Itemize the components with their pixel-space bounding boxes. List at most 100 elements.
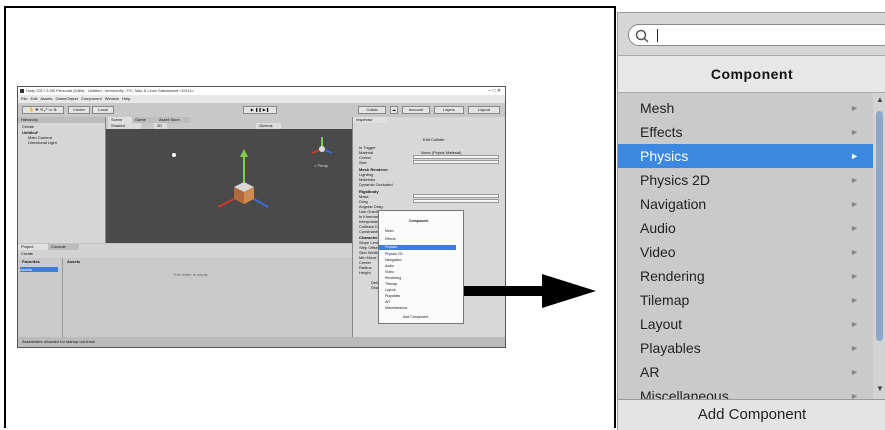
menu-item-miscellaneous[interactable]: Miscellaneous ► [618, 384, 873, 404]
popup-item[interactable]: Miscellaneous [385, 306, 407, 311]
menu-item-label: Physics 2D [640, 172, 711, 188]
menu-item-label: Video [640, 244, 676, 260]
hierarchy-item[interactable]: Directional Light [28, 140, 57, 145]
orientation-gizmo [311, 137, 333, 154]
center-toggle[interactable]: Center [68, 106, 90, 114]
search-input[interactable] [628, 24, 885, 46]
menu-item-video[interactable]: Video ► [618, 240, 873, 264]
menu-item-label: Effects [640, 124, 683, 140]
menu-item-label: Navigation [640, 196, 707, 212]
chevron-right-icon: ► [850, 343, 859, 353]
cloud-icon[interactable]: ☁ [390, 106, 398, 114]
window-controls[interactable]: – □ ✕ [488, 87, 501, 95]
size-field[interactable] [413, 160, 499, 164]
menu-item-physics-2d[interactable]: Physics 2D ► [618, 168, 873, 192]
project-create[interactable]: Create [21, 251, 33, 256]
popup-item[interactable]: Physics [385, 245, 397, 250]
chevron-right-icon: ► [850, 367, 859, 377]
popup-add-component[interactable]: Add Component [403, 315, 428, 320]
favorites-folder[interactable]: Favorites [22, 259, 40, 264]
search-area [618, 13, 885, 55]
drag-field[interactable] [413, 199, 499, 203]
toolbar: ✋ ✥ ⟲ ⤢ ▭ ⊕ Center Local ▶ ❚❚ ▶❚ Collab … [18, 103, 505, 118]
menu-item-navigation[interactable]: Navigation ► [618, 192, 873, 216]
popup-item[interactable]: Tilemap [385, 282, 397, 287]
create-dropdown[interactable]: Create [22, 124, 34, 129]
scroll-down-icon[interactable]: ▼ [876, 384, 884, 393]
popup-item[interactable]: Playables [385, 294, 400, 299]
scene-view[interactable]: Scene Game Asset Store Shaded 2D Gizmos [106, 117, 352, 243]
collab-button[interactable]: Collab [358, 106, 386, 114]
menu-item-mesh[interactable]: Mesh ► [618, 96, 873, 120]
popup-title: Component [409, 219, 429, 223]
inspector-row: Size [359, 160, 367, 165]
popup-item[interactable]: Effects [385, 237, 396, 242]
layout-button[interactable]: Layout [468, 106, 500, 114]
tab-inspector[interactable]: Inspector [353, 117, 386, 123]
add-component-button[interactable]: Add Component [618, 399, 885, 430]
hierarchy-tab[interactable]: Hierarchy [18, 117, 105, 123]
menu-item-rendering[interactable]: Rendering ► [618, 264, 873, 288]
popup-item[interactable]: Navigation [385, 258, 402, 263]
inspector-row: Dynamic Occluded [359, 182, 393, 187]
chevron-right-icon: ► [850, 247, 859, 257]
chevron-right-icon: ► [850, 295, 859, 305]
right-arrow-icon [450, 274, 596, 308]
chevron-right-icon: ► [850, 223, 859, 233]
project-panel: Project Console Create Favorites Assets … [18, 244, 352, 338]
status-bar: Assemblies reloaded for startup out-fres… [18, 337, 505, 347]
scene-tabs: Scene Game Asset Store Shaded 2D Gizmos [106, 117, 352, 129]
tab-project[interactable]: Project [18, 244, 49, 250]
account-button[interactable]: Account [402, 106, 430, 114]
x-axis-gizmo [217, 198, 235, 208]
menu-item-label: Layout [640, 316, 683, 332]
text-caret [657, 29, 658, 42]
scroll-thumb[interactable] [876, 111, 883, 341]
popup-item[interactable]: Audio [385, 264, 394, 269]
menu-item-playables[interactable]: Playables ► [618, 336, 873, 360]
menu-item-label: Tilemap [640, 292, 690, 308]
layers-button[interactable]: Layers [434, 106, 464, 114]
menu-item-label: Rendering [640, 268, 705, 284]
edit-collider-button[interactable]: Edit Collider [423, 137, 445, 142]
menu-item-audio[interactable]: Audio ► [618, 216, 873, 240]
center-field[interactable] [413, 155, 499, 159]
assets-folder[interactable]: Assets [20, 267, 58, 272]
menu-item-label: Playables [640, 340, 701, 356]
menu-item-tilemap[interactable]: Tilemap ► [618, 288, 873, 312]
z-axis-gizmo [253, 198, 269, 208]
menu-item-layout[interactable]: Layout ► [618, 312, 873, 336]
popup-item[interactable]: AR [385, 300, 390, 305]
menu-item-label: Audio [640, 220, 676, 236]
window-titlebar: Unity 2017.3.0f3 Personal (64bit) - Unti… [18, 87, 505, 95]
menu-item-ar[interactable]: AR ► [618, 360, 873, 384]
light-icon [172, 153, 176, 157]
chevron-right-icon: ► [850, 175, 859, 185]
popup-item[interactable]: Layout [385, 288, 396, 293]
menu-item-effects[interactable]: Effects ► [618, 120, 873, 144]
menu-item-label: Mesh [640, 100, 675, 116]
window-title: Unity 2017.3.0f3 Personal (64bit) - Unti… [26, 88, 194, 93]
mass-field[interactable] [413, 194, 499, 198]
chevron-right-icon: ► [850, 271, 859, 281]
popup-item[interactable]: Rendering [385, 276, 401, 281]
menu-item-physics[interactable]: Physics ► [618, 144, 873, 168]
scrollbar[interactable]: ▲ ▼ [873, 93, 885, 399]
empty-folder-text: This folder is empty [173, 272, 208, 277]
menu-item-label: Physics [640, 148, 689, 164]
popup-item[interactable]: Physics 2D [385, 252, 403, 257]
play-controls[interactable]: ▶ ❚❚ ▶❚ [243, 106, 277, 114]
transform-tools[interactable]: ✋ ✥ ⟲ ⤢ ▭ ⊕ [22, 106, 64, 114]
scroll-up-icon[interactable]: ▲ [876, 95, 884, 104]
inspector-row: Constraints [359, 229, 380, 234]
hierarchy-panel: Hierarchy Create Untitled* Main Camera D… [18, 117, 106, 243]
assets-breadcrumb: Assets [67, 259, 81, 264]
popup-item[interactable]: Video [385, 270, 394, 275]
menu-bar[interactable]: File Edit Assets GameObject Component Wi… [18, 95, 505, 103]
chevron-right-icon: ► [850, 127, 859, 137]
unity-logo-icon [20, 89, 24, 93]
tab-console[interactable]: Console [48, 244, 79, 250]
component-menu: Component Mesh ► Effects ► Physics ► Physic… [617, 12, 885, 430]
local-toggle[interactable]: Local [92, 106, 114, 114]
popup-item[interactable]: Mesh [385, 229, 394, 234]
